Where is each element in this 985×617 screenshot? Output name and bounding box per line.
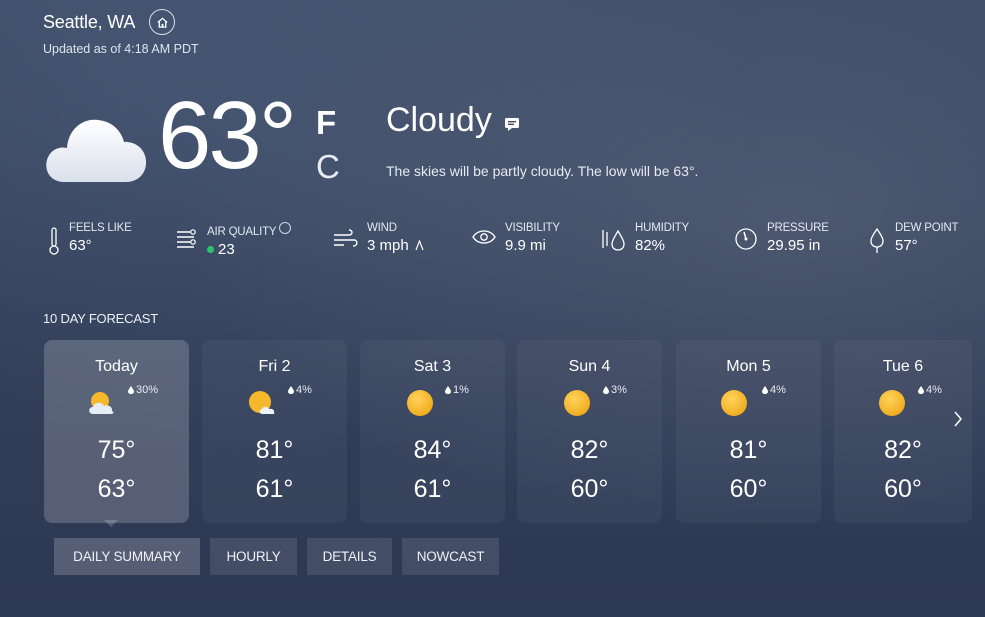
metric-value: 3 mph xyxy=(367,237,409,254)
metric-value: 63° xyxy=(69,237,92,254)
wind-direction-icon xyxy=(415,240,424,251)
precip-value: 30% xyxy=(136,384,159,396)
sunny-icon xyxy=(878,388,906,423)
feedback-icon[interactable] xyxy=(504,101,520,140)
sunny-icon xyxy=(406,388,434,423)
high-temp: 81° xyxy=(255,436,294,464)
low-temp: 60° xyxy=(570,475,609,503)
precip-value: 3% xyxy=(611,384,627,396)
raindrop-icon xyxy=(918,386,924,394)
metric-air-quality[interactable]: AIR QUALITY 23 xyxy=(174,222,292,258)
forecast-day-fri[interactable]: Fri 2 4% 81° 61° xyxy=(202,340,347,523)
precip-chance: 30% xyxy=(128,384,158,396)
forecast-title: 10 DAY FORECAST xyxy=(43,311,158,326)
eye-icon xyxy=(472,230,496,244)
forecast-day-mon[interactable]: Mon 5 4% 81° 60° xyxy=(676,340,821,523)
day-name: Today xyxy=(95,358,138,375)
low-temp: 60° xyxy=(729,475,768,503)
tab-daily-summary[interactable]: DAILY SUMMARY xyxy=(54,538,200,575)
metric-pressure[interactable]: PRESSURE 29.95 in xyxy=(734,222,829,254)
updated-time: Updated as of 4:18 AM PDT xyxy=(43,42,199,56)
precip-value: 4% xyxy=(926,384,942,396)
raindrop-icon xyxy=(445,386,451,394)
metric-value: 29.95 in xyxy=(767,237,821,254)
sunny-icon xyxy=(563,388,591,423)
raindrop-icon xyxy=(128,386,134,394)
metric-label: DEW POINT xyxy=(895,222,959,234)
forecast-day-today[interactable]: Today 30% 75° 63° xyxy=(44,340,189,523)
metric-label: WIND xyxy=(367,222,397,234)
forecast-tabs: DAILY SUMMARY HOURLY DETAILS NOWCAST xyxy=(54,538,509,575)
precip-chance: 4% xyxy=(288,384,312,396)
low-temp: 60° xyxy=(884,475,922,503)
high-temp: 81° xyxy=(729,436,768,464)
unit-fahrenheit-toggle[interactable]: F xyxy=(316,104,336,142)
metric-dew-point[interactable]: DEW POINT 57° xyxy=(868,222,959,254)
raindrop-icon xyxy=(762,386,768,394)
precip-value: 4% xyxy=(296,384,312,396)
metric-value: 57° xyxy=(895,237,918,254)
metric-label: PRESSURE xyxy=(767,222,829,234)
high-temp: 82° xyxy=(570,436,609,464)
precip-value: 1% xyxy=(453,384,469,396)
sunny-icon xyxy=(720,388,748,423)
precip-chance: 1% xyxy=(445,384,469,396)
cloud-icon xyxy=(44,106,148,191)
day-name: Sun 4 xyxy=(568,358,611,375)
tab-details[interactable]: DETAILS xyxy=(307,538,392,575)
air-quality-icon xyxy=(177,229,196,248)
metric-value: 82% xyxy=(635,237,666,254)
pressure-icon xyxy=(735,228,757,250)
low-temp: 61° xyxy=(255,475,294,503)
humidity-icon xyxy=(602,229,625,251)
high-temp: 84° xyxy=(413,436,452,464)
raindrop-icon xyxy=(288,386,294,394)
high-temp: 82° xyxy=(884,436,922,464)
info-icon[interactable] xyxy=(279,222,292,234)
low-temp: 61° xyxy=(413,475,452,503)
current-temperature: 63° xyxy=(158,82,297,189)
dew-point-icon xyxy=(870,227,884,253)
metric-label: VISIBILITY xyxy=(505,222,560,234)
metric-visibility[interactable]: VISIBILITY 9.9 mi xyxy=(472,222,560,254)
metric-value: 9.9 mi xyxy=(505,237,546,254)
unit-celsius-toggle[interactable]: C xyxy=(316,148,340,186)
precip-chance: 3% xyxy=(603,384,627,396)
metric-wind[interactable]: WIND 3 mph xyxy=(332,222,424,254)
metric-label: AIR QUALITY xyxy=(207,226,277,238)
location-name: Seattle, WA xyxy=(43,11,136,32)
tab-hourly[interactable]: HOURLY xyxy=(210,538,297,575)
precip-chance: 4% xyxy=(918,384,942,396)
condition-label: Cloudy xyxy=(386,101,492,139)
forecast-day-sat[interactable]: Sat 3 1% 84° 61° xyxy=(360,340,505,523)
tab-nowcast[interactable]: NOWCAST xyxy=(402,538,499,575)
precip-chance: 4% xyxy=(762,384,786,396)
mostly-sunny-icon xyxy=(247,388,277,423)
air-quality-status-dot xyxy=(207,246,214,253)
selected-day-pointer xyxy=(104,520,118,527)
day-name: Sat 3 xyxy=(413,358,452,375)
forecast-day-sun[interactable]: Sun 4 3% 82° 60° xyxy=(517,340,662,523)
day-name: Tue 6 xyxy=(882,358,924,375)
metrics-row: FEELS LIKE 63° AIR QUALITY 23 WIND 3 mph… xyxy=(48,222,978,266)
low-temp: 63° xyxy=(97,475,136,503)
day-name: Mon 5 xyxy=(726,358,771,375)
condition-description: The skies will be partly cloudy. The low… xyxy=(386,163,699,179)
thermometer-icon xyxy=(49,227,59,255)
precip-value: 4% xyxy=(770,384,786,396)
metric-humidity[interactable]: HUMIDITY 82% xyxy=(600,222,689,254)
partly-cloudy-icon xyxy=(87,388,117,423)
wind-icon xyxy=(334,229,358,247)
day-name: Fri 2 xyxy=(258,358,291,375)
home-icon[interactable] xyxy=(149,9,176,35)
metric-label: HUMIDITY xyxy=(635,222,689,234)
location-header: Seattle, WA xyxy=(43,9,176,35)
metric-value: 23 xyxy=(218,241,235,258)
high-temp: 75° xyxy=(97,436,136,464)
raindrop-icon xyxy=(603,386,609,394)
condition-title: Cloudy xyxy=(386,101,520,140)
metric-label: FEELS LIKE xyxy=(69,222,132,234)
metric-feels-like[interactable]: FEELS LIKE 63° xyxy=(48,222,132,256)
chevron-right-icon[interactable] xyxy=(948,406,968,432)
